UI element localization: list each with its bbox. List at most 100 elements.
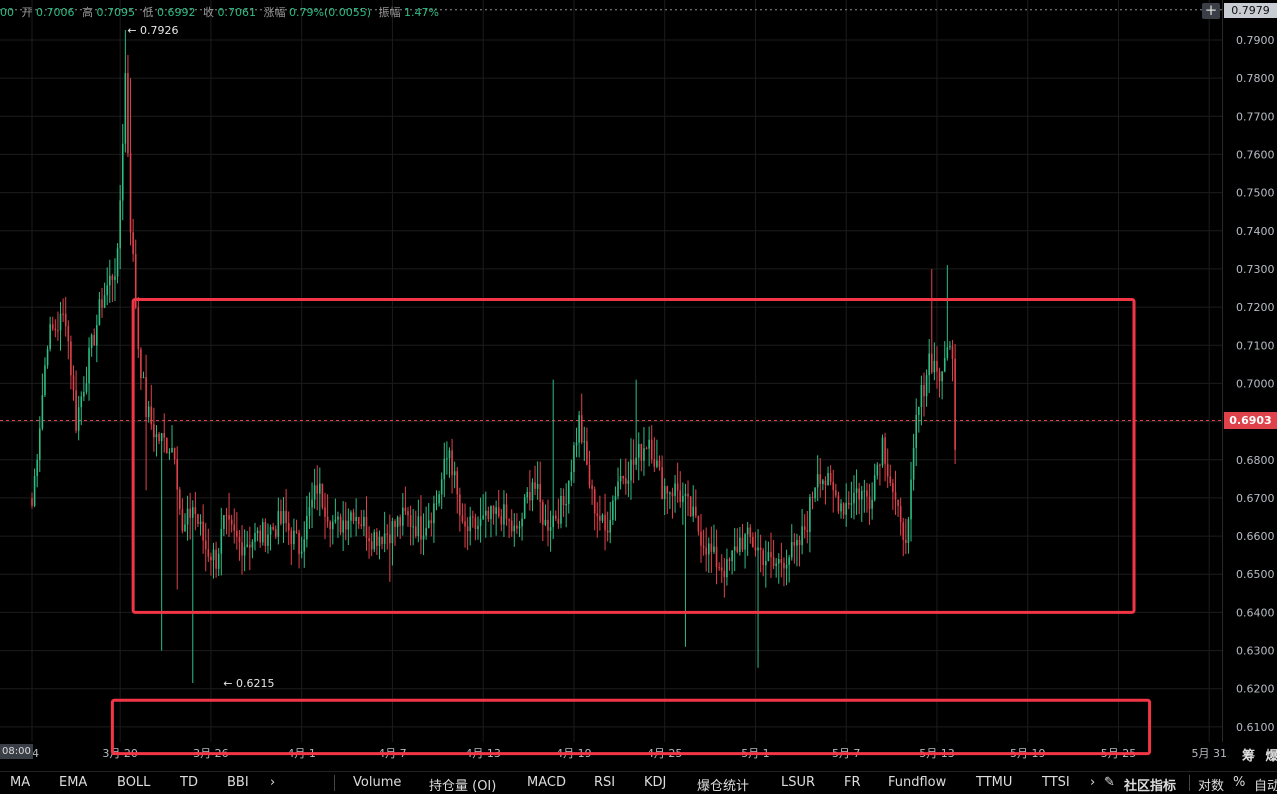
candle-body	[376, 532, 378, 546]
more-main-indicators-icon[interactable]: ›	[270, 775, 275, 790]
candle-body	[497, 507, 500, 517]
candle-body	[925, 375, 928, 397]
indicator-rsi[interactable]: RSI	[594, 775, 615, 790]
candle-body	[829, 472, 832, 482]
indicator-liquidation-stats[interactable]: 爆仓统计	[697, 775, 749, 794]
indicator-fr[interactable]: FR	[844, 775, 861, 790]
candlestick-chart[interactable]: 0.7900 0.7800 0.7700 0.7600 0.7500 0.7400 0.73…	[0, 0, 1277, 771]
candle-body	[280, 511, 282, 524]
candle-body	[407, 511, 409, 516]
y-tick-label: 0.6400	[1236, 606, 1275, 619]
indicator-boll[interactable]: BOLL	[117, 775, 150, 790]
candle-body	[492, 505, 495, 514]
candle-body	[347, 520, 350, 530]
indicator-ttsi[interactable]: TTSI	[1042, 775, 1070, 790]
candle-body	[676, 483, 679, 491]
candle-body	[723, 570, 726, 578]
indicator-fundflow[interactable]: Fundflow	[888, 775, 946, 790]
candle-body	[949, 346, 951, 348]
candle-body	[38, 428, 41, 460]
y-tick-label: 0.7000	[1236, 377, 1275, 390]
indicator-ema[interactable]: EMA	[59, 775, 87, 790]
candle-body	[609, 519, 612, 533]
candle-body	[897, 499, 899, 506]
candle-body	[606, 530, 609, 533]
candle-body	[199, 521, 202, 524]
indicator-macd[interactable]: MACD	[527, 775, 566, 790]
candle-body	[189, 508, 191, 518]
candle-body	[943, 357, 946, 372]
candle-body	[521, 518, 523, 527]
chip-tag[interactable]: 筹	[1242, 749, 1255, 764]
candle-body	[274, 529, 277, 537]
candle-body	[811, 497, 814, 499]
candle-body	[863, 490, 866, 492]
y-tick-label: 0.6200	[1236, 683, 1275, 696]
candle-body	[837, 495, 840, 512]
candle-body	[168, 452, 171, 454]
candle-body	[181, 509, 184, 532]
candle-body	[910, 479, 912, 520]
change-value: 涨幅 0.79%(0.0055)	[263, 6, 372, 19]
candle-body	[656, 460, 658, 467]
indicator-bbi[interactable]: BBI	[227, 775, 249, 790]
candle-body	[365, 516, 368, 539]
percent-scale-toggle[interactable]: %	[1233, 775, 1245, 790]
candle-body	[339, 516, 342, 533]
candle-body	[357, 517, 360, 525]
candle-body	[479, 519, 482, 526]
candle-body	[622, 476, 625, 479]
candle-body	[733, 546, 736, 551]
candle-body	[847, 502, 850, 505]
indicator-volume[interactable]: Volume	[353, 775, 401, 790]
indicator-ttmu[interactable]: TTMU	[976, 775, 1012, 790]
candle-body	[378, 536, 381, 546]
candle-body	[923, 385, 925, 397]
candle-body	[705, 547, 707, 555]
candle-body	[918, 406, 920, 415]
candle-body	[176, 459, 179, 490]
candle-body	[150, 406, 153, 425]
candle-body	[223, 515, 225, 529]
indicator-td[interactable]: TD	[180, 775, 198, 790]
candle-body	[238, 536, 241, 543]
indicator-lsur[interactable]: LSUR	[781, 775, 815, 790]
candle-body	[324, 507, 326, 517]
candle-body	[713, 546, 715, 552]
candle-body	[106, 285, 108, 296]
candle-body	[303, 539, 306, 552]
liquidation-tag[interactable]: 爆	[1266, 749, 1277, 764]
candle-body	[111, 275, 114, 280]
indicator-open-interest[interactable]: 持仓量 (OI)	[429, 775, 496, 794]
candle-body	[915, 414, 918, 448]
more-sub-indicators-icon[interactable]: ›	[1090, 775, 1095, 790]
candle-body	[155, 434, 158, 438]
indicator-kdj[interactable]: KDJ	[644, 775, 666, 790]
indicator-ma[interactable]: MA	[10, 775, 30, 790]
candle-body	[316, 485, 319, 494]
auto-scale-toggle[interactable]: 自动	[1254, 775, 1277, 794]
candle-body	[469, 516, 472, 532]
candle-body	[352, 512, 355, 522]
candle-body	[790, 541, 793, 558]
candle-body	[596, 513, 599, 516]
candle-body	[101, 299, 103, 308]
candle-body	[689, 496, 692, 517]
candle-body	[249, 544, 251, 548]
candle-body	[298, 532, 300, 554]
candle-body	[399, 517, 402, 526]
candle-body	[814, 487, 816, 499]
candle-body	[472, 516, 474, 518]
candle-body	[329, 521, 331, 530]
candle-body	[64, 313, 67, 327]
candle-body	[645, 448, 648, 450]
plus-icon[interactable]: +	[1202, 3, 1220, 19]
community-indicators[interactable]: 社区指标	[1124, 775, 1176, 794]
candle-body	[256, 530, 259, 534]
log-scale-toggle[interactable]: 对数	[1198, 775, 1224, 794]
edit-icon[interactable]: ✎	[1104, 775, 1115, 790]
candle-body	[604, 514, 606, 531]
candle-body	[567, 480, 570, 504]
y-tick-label: 0.7700	[1236, 110, 1275, 123]
candle-body	[570, 472, 573, 481]
